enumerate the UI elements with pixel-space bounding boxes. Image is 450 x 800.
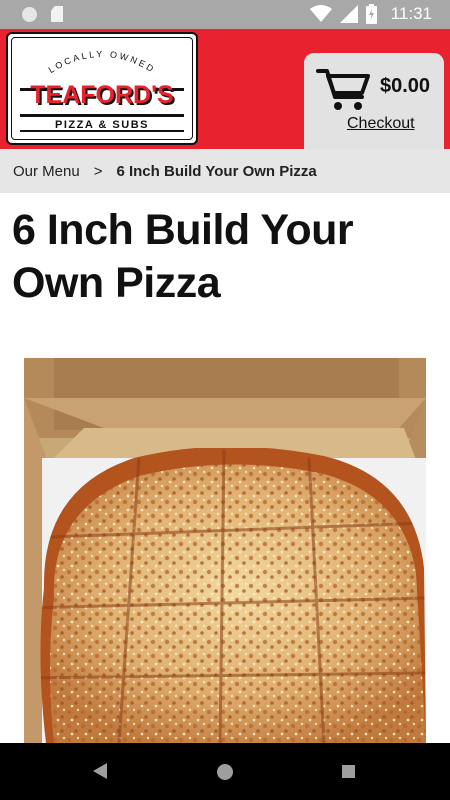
pizza-photo-graphic [24,358,426,743]
sd-card-icon [51,6,63,22]
notification-circle-icon [22,6,37,22]
status-time: 11:31 [390,4,432,23]
breadcrumb-our-menu[interactable]: Our Menu [13,163,80,180]
back-icon[interactable] [93,763,107,779]
cart-total: $0.00 [380,75,431,97]
status-bar: 11:31 [0,0,450,29]
cart-panel[interactable]: $0.00 Checkout [304,53,444,149]
battery-charging-icon [365,4,377,24]
breadcrumb: Our Menu > 6 Inch Build Your Own Pizza [0,149,450,193]
logo-sub: PIZZA & SUBS [55,119,149,131]
page-title: 6 Inch Build Your Own Pizza [12,206,354,307]
status-bar-left [22,6,63,22]
recents-icon[interactable] [342,765,355,778]
logo-graphic: LOCALLY OWNED TEAFORD'S TEAFORD'S PIZZA … [20,49,184,132]
svg-text:LOCALLY OWNED: LOCALLY OWNED [47,49,158,75]
status-bar-right: 11:31 [309,4,432,24]
logo-tagline: LOCALLY OWNED [47,49,155,75]
breadcrumb-separator: > [93,162,103,180]
cell-signal-icon [339,5,358,23]
brand-logo[interactable]: LOCALLY OWNED TEAFORD'S TEAFORD'S PIZZA … [6,32,198,145]
checkout-link[interactable]: Checkout [347,115,415,133]
system-nav-bar [0,743,450,800]
home-icon[interactable] [217,764,233,780]
breadcrumb-current: 6 Inch Build Your Own Pizza [116,162,317,180]
wifi-icon [309,5,332,22]
product-image [24,358,426,743]
shopping-cart-icon[interactable] [316,67,372,113]
app-header: LOCALLY OWNED TEAFORD'S TEAFORD'S PIZZA … [0,29,450,149]
logo-name: TEAFORD'S [30,81,173,109]
